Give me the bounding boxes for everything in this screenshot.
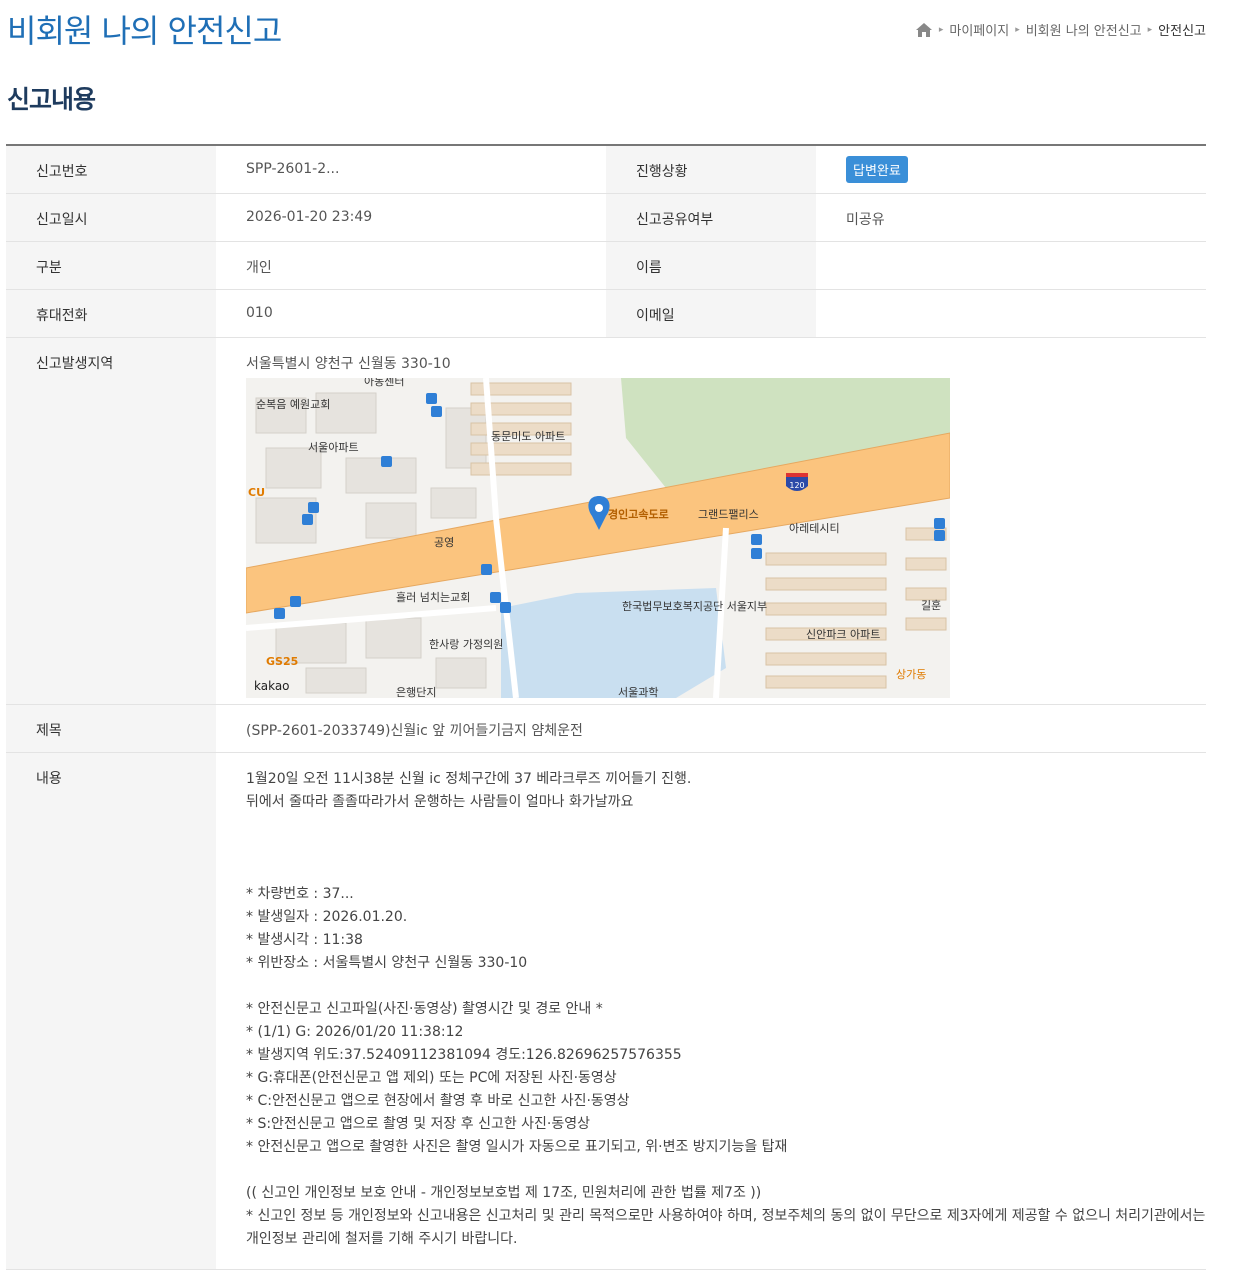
date-label: 신고일시 bbox=[6, 194, 216, 241]
row-area: 신고발생지역 서울특별시 양천구 신월동 330-10 120 경인고속도로 순… bbox=[6, 338, 1206, 705]
date-value: 2026-01-20 23:49 bbox=[246, 209, 373, 225]
type-label: 구분 bbox=[6, 242, 216, 289]
row-type: 구분 개인 이름 bbox=[6, 242, 1206, 290]
map-label-science: 서울과학 bbox=[618, 686, 658, 698]
body-line bbox=[246, 860, 1206, 883]
breadcrumb-separator: ▸ bbox=[938, 24, 944, 35]
body-line: * 발생일자 : 2026.01.20. bbox=[246, 909, 408, 925]
route-number: 120 bbox=[789, 481, 804, 490]
row-date: 신고일시 2026-01-20 23:49 신고공유여부 미공유 bbox=[6, 194, 1206, 242]
row-phone: 휴대전화 010 이메일 bbox=[6, 290, 1206, 338]
name-value bbox=[816, 242, 1206, 289]
row-subject: 제목 (SPP-2601-2033749)신월ic 앞 끼어들기금지 얌체운전 bbox=[6, 705, 1206, 753]
map-brand-logo: kakao bbox=[254, 679, 290, 693]
map-label-seoul-apt: 서울아파트 bbox=[308, 441, 359, 454]
body-line: * S:안전신문고 앱으로 촬영 및 저장 후 신고한 사진·동영상 bbox=[246, 1116, 591, 1132]
area-address: 서울특별시 양천구 신월동 330-10 bbox=[246, 356, 451, 372]
breadcrumb-separator: ▸ bbox=[1015, 24, 1020, 35]
breadcrumb: ▸ 마이페이지 ▸ 비회원 나의 안전신고 ▸ 안전신고 bbox=[915, 20, 1206, 39]
body-line: * 발생시각 : 11:38 bbox=[246, 932, 363, 948]
body-line: * 차량번호 : 37... bbox=[246, 886, 354, 902]
body-label: 내용 bbox=[6, 753, 216, 1269]
email-value bbox=[816, 290, 1206, 337]
report-no-label: 신고번호 bbox=[6, 146, 216, 193]
breadcrumb-separator: ▸ bbox=[1147, 24, 1153, 35]
map-label-kors: 한국법무보호복지공단 서울지부 bbox=[622, 600, 767, 613]
share-value: 미공유 bbox=[846, 212, 885, 228]
breadcrumb-item-mypage[interactable]: 마이페이지 bbox=[949, 20, 1009, 39]
body-line: * 신고인 정보 등 개인정보와 신고내용은 신고처리 및 관리 목적으로만 사… bbox=[246, 1208, 1206, 1224]
section-title: 신고내용 bbox=[7, 85, 96, 114]
body-line: * 위반장소 : 서울특별시 양천구 신월동 330-10 bbox=[246, 955, 528, 971]
breadcrumb-item-current: 안전신고 bbox=[1158, 24, 1206, 39]
road-label: 경인고속도로 bbox=[608, 507, 669, 521]
body-line bbox=[246, 1159, 1206, 1182]
body-line: (( 신고인 개인정보 보호 안내 - 개인정보보호법 제 17조, 민원처리에… bbox=[246, 1185, 762, 1201]
map-label-dongmun: 동문미도 아파트 bbox=[491, 430, 565, 443]
body-line: * G:휴대폰(안전신문고 앱 제외) 또는 PC에 저장된 사진·동영상 bbox=[246, 1070, 617, 1086]
map-label-center: 아동센터 bbox=[364, 378, 404, 388]
map-label-clinic: 한사랑 가정의원 bbox=[429, 638, 503, 651]
map-label-parking: 공영 bbox=[434, 536, 454, 549]
map-label-mall: 상가동 bbox=[896, 668, 926, 681]
map-label-shinan: 신안파크 아파트 bbox=[806, 628, 880, 641]
body-line bbox=[246, 975, 1206, 998]
body-line bbox=[246, 837, 1206, 860]
status-badge: 답변완료 bbox=[846, 156, 908, 183]
report-detail-table: 신고번호 SPP-2601-2... 진행상황 답변완료 신고일시 2026-0… bbox=[6, 144, 1206, 1270]
body-line bbox=[246, 814, 1206, 837]
body-line: 뒤에서 줄따라 졸졸따라가서 운행하는 사람들이 얼마나 화가날까요 bbox=[246, 794, 634, 810]
report-no-value: SPP-2601-2... bbox=[246, 161, 340, 177]
type-value: 개인 bbox=[246, 260, 272, 276]
map-label-bank: 은행단지 bbox=[396, 686, 436, 698]
name-label: 이름 bbox=[606, 242, 816, 289]
phone-value: 010 bbox=[246, 305, 273, 321]
route-shield-icon: 120 bbox=[786, 473, 808, 491]
map-label-arete: 아레테시티 bbox=[789, 522, 840, 535]
body-value: 1월20일 오전 11시38분 신월 ic 정체구간에 37 베라크루즈 끼어들… bbox=[216, 753, 1206, 1269]
home-icon[interactable] bbox=[915, 22, 933, 38]
row-report-no: 신고번호 SPP-2601-2... 진행상황 답변완료 bbox=[6, 146, 1206, 194]
body-line: * (1/1) G: 2026/01/20 11:38:12 bbox=[246, 1024, 464, 1040]
phone-label: 휴대전화 bbox=[6, 290, 216, 337]
page-title: 비회원 나의 안전신고 bbox=[7, 12, 282, 50]
row-body: 내용 1월20일 오전 11시38분 신월 ic 정체구간에 37 베라크루즈 … bbox=[6, 753, 1206, 1270]
subject-value: (SPP-2601-2033749)신월ic 앞 끼어들기금지 얌체운전 bbox=[246, 723, 583, 739]
location-map[interactable]: 120 경인고속도로 순복음 예원교회 서울아파트 동문미도 아파트 CU 공영… bbox=[246, 378, 950, 698]
share-label: 신고공유여부 bbox=[606, 194, 816, 241]
body-line: 개인정보 관리에 철저를 기해 주시기 바랍니다. bbox=[246, 1231, 518, 1247]
status-cell: 답변완료 bbox=[816, 146, 1206, 193]
map-label-cu: CU bbox=[248, 486, 265, 499]
area-label: 신고발생지역 bbox=[6, 338, 216, 704]
area-cell: 서울특별시 양천구 신월동 330-10 120 경인고속도로 순복음 예원교회… bbox=[216, 338, 1206, 704]
email-label: 이메일 bbox=[606, 290, 816, 337]
body-line: * 안전신문고 신고파일(사진·동영상) 촬영시간 및 경로 안내 * bbox=[246, 1001, 603, 1017]
map-label-gilhun: 길훈 bbox=[921, 599, 941, 612]
body-line: 1월20일 오전 11시38분 신월 ic 정체구간에 37 베라크루즈 끼어들… bbox=[246, 771, 692, 787]
body-line: * 안전신문고 앱으로 촬영한 사진은 촬영 일시가 자동으로 표기되고, 위·… bbox=[246, 1139, 788, 1155]
map-label-church2: 흘러 넘치는교회 bbox=[396, 591, 470, 604]
map-label-gs25: GS25 bbox=[266, 655, 298, 668]
body-line: * 발생지역 위도:37.52409112381094 경도:126.82696… bbox=[246, 1047, 682, 1063]
map-label-church: 순복음 예원교회 bbox=[256, 398, 330, 411]
map-label-grand-palace: 그랜드팰리스 bbox=[698, 508, 759, 521]
status-label: 진행상황 bbox=[606, 146, 816, 193]
map-canvas[interactable]: 120 경인고속도로 순복음 예원교회 서울아파트 동문미도 아파트 CU 공영… bbox=[246, 378, 950, 698]
subject-label: 제목 bbox=[6, 705, 216, 752]
breadcrumb-item-guest-report[interactable]: 비회원 나의 안전신고 bbox=[1026, 20, 1142, 39]
body-line: * C:안전신문고 앱으로 현장에서 촬영 후 바로 신고한 사진·동영상 bbox=[246, 1093, 630, 1109]
